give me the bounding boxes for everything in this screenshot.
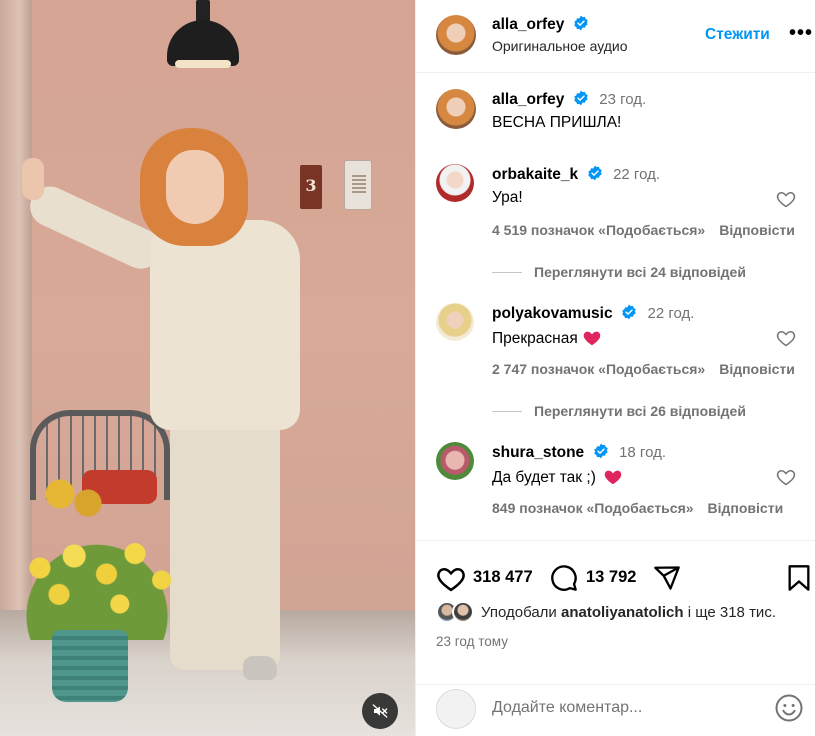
view-replies-button[interactable]: Переглянути всі 26 відповідей bbox=[492, 403, 746, 419]
comment-text-row: Прекрасная bbox=[492, 328, 602, 348]
liked-by-user[interactable]: anatoliyanatolich bbox=[561, 604, 684, 621]
post-timestamp[interactable]: 23 год тому bbox=[436, 634, 508, 649]
person-shoe bbox=[243, 656, 277, 680]
avatar bbox=[436, 689, 476, 729]
avatar[interactable] bbox=[436, 89, 476, 129]
comment-meta: 2 747 позначок «Подобається» Відповісти bbox=[492, 361, 795, 377]
verified-icon bbox=[587, 165, 602, 181]
avatar[interactable] bbox=[436, 15, 476, 55]
person-hand bbox=[22, 158, 44, 200]
comments-count[interactable]: 13 792 bbox=[586, 568, 636, 587]
comment-likes[interactable]: 849 позначок «Подобається» bbox=[492, 500, 694, 516]
likes-count[interactable]: 318 477 bbox=[473, 568, 533, 587]
liked-by-prefix: Уподобали bbox=[481, 604, 557, 621]
verified-icon bbox=[574, 90, 588, 106]
comment-text: Да будет так ;) bbox=[492, 469, 596, 486]
verified-icon bbox=[622, 304, 636, 320]
comment-header: orbakaite_k 22 год. bbox=[492, 165, 660, 184]
verified-icon bbox=[593, 443, 608, 459]
post-header: alla_orfey Оригинальное аудио Стежити ••… bbox=[416, 0, 815, 73]
reply-button[interactable]: Відповісти bbox=[719, 361, 795, 377]
heart-icon[interactable] bbox=[776, 467, 796, 487]
liked-by-suffix[interactable]: і ще 318 тис. bbox=[688, 604, 776, 621]
divider-line bbox=[492, 271, 522, 273]
reply-button[interactable]: Відповісти bbox=[708, 500, 784, 516]
liked-by-text: Уподобали anatoliyanatolich і ще 318 тис… bbox=[481, 604, 776, 621]
comment-meta: 849 позначок «Подобається» Відповісти bbox=[492, 500, 783, 516]
comment-username[interactable]: orbakaite_k bbox=[492, 166, 578, 183]
caption-time[interactable]: 23 год. bbox=[599, 91, 646, 108]
bookmark-icon[interactable] bbox=[787, 564, 811, 592]
intercom bbox=[344, 160, 372, 210]
view-replies-button[interactable]: Переглянути всі 24 відповідей bbox=[492, 264, 746, 280]
avatar[interactable] bbox=[436, 303, 474, 341]
flower-pot bbox=[52, 630, 128, 702]
person-face bbox=[166, 150, 224, 224]
mute-button[interactable] bbox=[362, 693, 398, 729]
caption-username[interactable]: alla_orfey bbox=[492, 91, 564, 108]
verified-icon bbox=[574, 15, 588, 31]
avatar bbox=[452, 601, 474, 623]
emoji-icon[interactable] bbox=[774, 693, 804, 723]
post-video[interactable]: 3 bbox=[0, 0, 415, 736]
comment-time[interactable]: 18 год. bbox=[619, 444, 666, 461]
reply-button[interactable]: Відповісти bbox=[719, 222, 795, 238]
avatar[interactable] bbox=[436, 442, 474, 480]
view-replies-label: Переглянути всі 26 відповідей bbox=[534, 403, 746, 419]
red-heart-emoji-icon bbox=[583, 331, 601, 346]
divider-line bbox=[492, 410, 522, 412]
comment-meta: 4 519 позначок «Подобається» Відповісти bbox=[492, 222, 795, 238]
caption-text: ВЕСНА ПРИШЛА! bbox=[492, 114, 622, 131]
tulip-bouquet bbox=[2, 520, 192, 640]
lamp-light bbox=[175, 60, 231, 68]
post-side-panel: alla_orfey Оригинальное аудио Стежити ••… bbox=[415, 0, 815, 736]
share-icon[interactable] bbox=[652, 564, 682, 592]
mute-icon bbox=[372, 704, 388, 718]
comment-header: shura_stone 18 год. bbox=[492, 443, 666, 462]
comment-text: Ура! bbox=[492, 189, 523, 206]
comment-time[interactable]: 22 год. bbox=[613, 166, 660, 183]
person-jacket bbox=[150, 220, 300, 430]
comment-text: Прекрасная bbox=[492, 330, 578, 347]
view-replies-label: Переглянути всі 24 відповідей bbox=[534, 264, 746, 280]
heart-icon[interactable] bbox=[776, 328, 796, 348]
house-number: 3 bbox=[305, 176, 317, 195]
comment-text-row: Да будет так ;) bbox=[492, 467, 623, 487]
comment-composer bbox=[416, 684, 815, 736]
avatar[interactable] bbox=[436, 164, 474, 202]
comment-username[interactable]: polyakovamusic bbox=[492, 305, 613, 322]
more-icon: ••• bbox=[789, 22, 814, 44]
heart-icon[interactable] bbox=[776, 189, 796, 209]
comment-time[interactable]: 22 год. bbox=[648, 305, 695, 322]
comment-likes[interactable]: 4 519 позначок «Подобається» bbox=[492, 222, 705, 238]
audio-label[interactable]: Оригинальное аудио bbox=[492, 38, 628, 54]
comment-header: polyakovamusic 22 год. bbox=[492, 304, 694, 323]
comment-username[interactable]: shura_stone bbox=[492, 444, 584, 461]
follow-button[interactable]: Стежити bbox=[705, 26, 770, 44]
comment-likes[interactable]: 2 747 позначок «Подобається» bbox=[492, 361, 705, 377]
comment-input[interactable] bbox=[492, 699, 752, 717]
author-username[interactable]: alla_orfey bbox=[492, 16, 564, 33]
caption-header: alla_orfey 23 год. bbox=[492, 90, 646, 109]
comment-icon[interactable] bbox=[550, 564, 578, 592]
more-options-button[interactable]: ••• bbox=[789, 22, 813, 45]
heart-icon[interactable] bbox=[436, 564, 466, 592]
red-heart-emoji-icon bbox=[604, 470, 622, 485]
